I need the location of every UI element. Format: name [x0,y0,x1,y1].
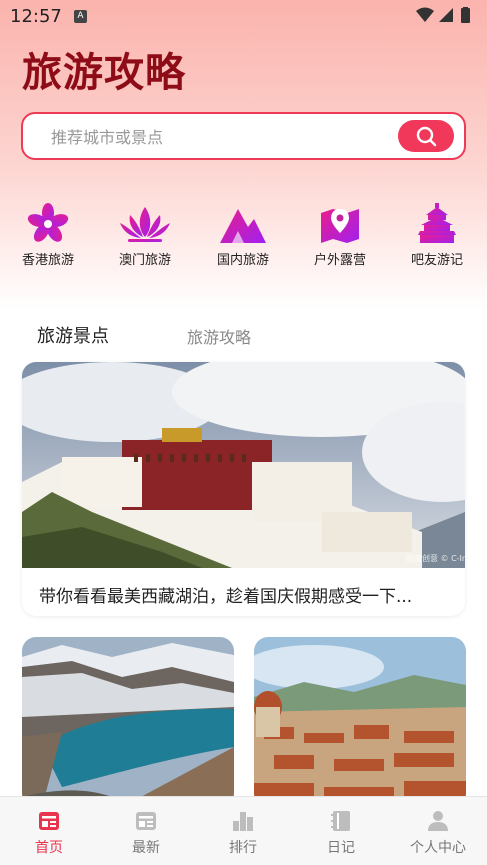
nav-label: 个人中心 [410,840,466,856]
nav-label: 排行 [229,840,257,856]
category-camping[interactable]: 户外露营 [305,203,375,268]
category-label: 户外露营 [313,253,366,268]
tab-travel-guides[interactable]: 旅游攻略 [187,324,251,348]
feature-caption: 带你看看最美西藏湖泊，趁着国庆假期感受一下... [39,587,413,607]
tab-scenic-spots[interactable]: 旅游景点 [37,322,109,348]
category-label: 国内旅游 [216,253,269,268]
nav-latest[interactable]: 最新 [106,809,186,857]
bottom-navigation: 首页 最新 排行 日记 个人中心 [0,796,487,865]
content-tabs: 旅游景点 旅游攻略 [0,322,487,352]
category-label: 澳门旅游 [118,253,171,268]
status-time: 12:57 [10,6,62,27]
search-bar[interactable] [21,112,466,160]
lake-image [22,637,234,807]
home-icon [39,812,59,830]
nav-diary[interactable]: 日记 [301,809,381,857]
nav-label: 最新 [132,840,160,856]
news-icon [136,812,156,830]
ranking-icon [233,812,253,831]
status-icons [415,7,477,29]
signal-icon [439,8,453,22]
nav-profile[interactable]: 个人中心 [398,809,478,857]
nav-label: 首页 [35,840,63,856]
nav-ranking[interactable]: 排行 [203,809,283,857]
search-button[interactable] [398,120,454,152]
temple-icon [418,203,456,243]
category-travelogue[interactable]: 吧友游记 [402,203,472,268]
category-macau[interactable]: 澳门旅游 [110,203,180,268]
bauhinia-icon [27,203,69,242]
category-row: 香港旅游 澳门旅游 国内旅游 户外露营 吧友游记 [0,203,487,273]
wifi-icon [416,7,434,22]
category-domestic[interactable]: 国内旅游 [208,203,278,268]
status-notification-badge: A [74,10,87,23]
nav-home[interactable]: 首页 [9,809,89,857]
profile-icon [428,811,448,831]
mountain-icon [220,209,266,243]
search-input[interactable] [51,124,381,150]
diary-icon [331,811,350,831]
article-thumbnail-lake[interactable] [22,637,234,807]
feature-image: 图虫创意 © C-In [22,362,465,568]
image-watermark: 图虫创意 © C-In [406,553,465,563]
category-label: 吧友游记 [410,253,463,268]
city-image [254,637,466,807]
search-icon [416,126,437,147]
category-hongkong[interactable]: 香港旅游 [13,203,83,268]
article-thumbnail-city[interactable] [254,637,466,807]
lotus-icon [120,207,170,242]
battery-icon [461,7,470,23]
feature-article-card[interactable]: 图虫创意 © C-In 带你看看最美西藏湖泊，趁着国庆假期感受一下... [22,362,465,616]
category-label: 香港旅游 [21,253,74,268]
nav-label: 日记 [327,840,355,856]
page-title: 旅游攻略 [22,50,186,96]
map-pin-icon [321,209,359,243]
status-bar: 12:57 A [0,0,487,32]
